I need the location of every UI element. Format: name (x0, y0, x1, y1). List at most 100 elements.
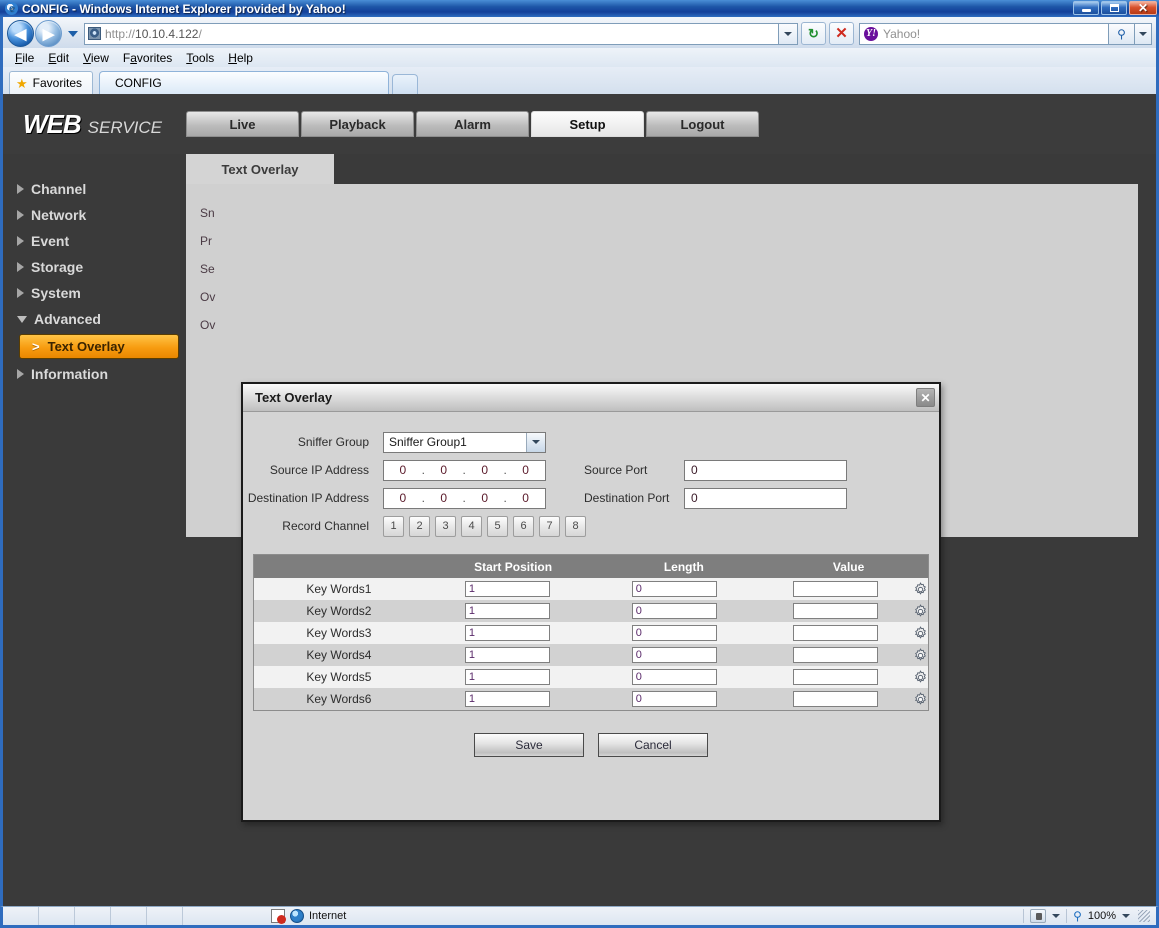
dialog-close-button[interactable]: ✕ (916, 388, 935, 407)
channel-button-1[interactable]: 1 (383, 515, 404, 537)
length-input[interactable]: 0 (631, 669, 717, 685)
menu-favorites[interactable]: Favorites (123, 51, 172, 65)
sidebar-item-channel[interactable]: Channel (3, 176, 186, 202)
resize-grip[interactable] (1138, 910, 1150, 922)
search-go-button[interactable]: ⚲ (1109, 22, 1135, 45)
length-input[interactable]: 0 (631, 647, 717, 663)
sidebar-item-system[interactable]: System (3, 280, 186, 306)
tab-text-overlay[interactable]: Text Overlay (186, 154, 334, 184)
zoom-icon: ⚲ (1073, 909, 1082, 923)
length-input[interactable]: 0 (631, 603, 717, 619)
history-dropdown-icon[interactable] (68, 30, 78, 37)
table-row: Key Words2 1 0 (254, 600, 928, 622)
menu-view[interactable]: View (83, 51, 109, 65)
value-input[interactable] (792, 647, 878, 663)
search-options-button[interactable] (1135, 22, 1152, 45)
value-input[interactable] (792, 603, 878, 619)
sidebar-item-text-overlay[interactable]: > Text Overlay (19, 334, 179, 359)
menu-help[interactable]: Help (228, 51, 253, 65)
start-position-input[interactable]: 1 (464, 581, 550, 597)
table-row: Key Words5 1 0 (254, 666, 928, 688)
destination-port-value: 0 (691, 491, 698, 505)
gear-icon[interactable] (913, 581, 928, 597)
table-row: Key Words1 1 0 (254, 578, 928, 600)
save-button[interactable]: Save (474, 733, 584, 757)
dialog-form: Sniffer Group Sniffer Group1 Source IP A… (243, 412, 939, 757)
star-icon: ★ (16, 75, 28, 91)
channel-button-3[interactable]: 3 (435, 515, 456, 537)
form-row-record-channel: Record Channel 1 2 3 4 5 6 7 8 (243, 512, 939, 540)
value-input[interactable] (792, 669, 878, 685)
value-input[interactable] (792, 625, 878, 641)
security-zone-indicator[interactable]: Internet (263, 909, 354, 924)
forward-arrow-icon: ▶ (42, 25, 55, 43)
table-row: Key Words6 1 0 (254, 688, 928, 710)
destination-port-input[interactable]: 0 (684, 487, 847, 509)
new-tab-button[interactable] (392, 74, 419, 94)
sidebar-item-storage[interactable]: Storage (3, 254, 186, 280)
keywords-table-header: Start Position Length Value (254, 555, 928, 578)
minimize-button[interactable] (1073, 1, 1099, 15)
favorites-button[interactable]: ★ Favorites (9, 71, 94, 94)
start-position-input[interactable]: 1 (464, 625, 550, 641)
status-segment (39, 907, 75, 925)
nav-tab-setup[interactable]: Setup (531, 111, 644, 137)
stop-button[interactable]: ✕ (829, 22, 854, 45)
source-ip-input[interactable]: 0. 0. 0. 0 (383, 459, 546, 481)
close-icon: ✕ (1137, 1, 1149, 15)
channel-button-8[interactable]: 8 (565, 515, 586, 537)
chevron-down-icon (526, 432, 545, 452)
nav-tab-alarm[interactable]: Alarm (416, 111, 529, 137)
length-input[interactable]: 0 (631, 691, 717, 707)
back-button[interactable]: ◀ (7, 20, 34, 47)
close-button[interactable]: ✕ (1129, 1, 1157, 15)
nav-tab-live[interactable]: Live (186, 111, 299, 137)
sidebar-item-event[interactable]: Event (3, 228, 186, 254)
chevron-down-icon (784, 31, 792, 36)
address-bar[interactable]: http://10.10.4.122/ (84, 22, 779, 45)
start-position-input[interactable]: 1 (464, 647, 550, 663)
refresh-button[interactable]: ↻ (801, 22, 826, 45)
gear-icon[interactable] (913, 691, 928, 707)
brand-secondary: SERVICE (87, 117, 162, 137)
gear-icon[interactable] (913, 603, 928, 619)
length-input[interactable]: 0 (631, 625, 717, 641)
channel-button-7[interactable]: 7 (539, 515, 560, 537)
yahoo-icon: Y! (864, 26, 878, 41)
gear-icon[interactable] (913, 625, 928, 641)
internet-explorer-icon (5, 2, 18, 15)
gear-icon[interactable] (913, 669, 928, 685)
sniffer-group-select[interactable]: Sniffer Group1 (383, 431, 546, 453)
channel-button-4[interactable]: 4 (461, 515, 482, 537)
header-start-position: Start Position (474, 559, 553, 574)
start-position-input[interactable]: 1 (464, 669, 550, 685)
chevron-down-icon[interactable] (1122, 914, 1130, 918)
channel-button-6[interactable]: 6 (513, 515, 534, 537)
channel-button-2[interactable]: 2 (409, 515, 430, 537)
forward-button[interactable]: ▶ (35, 20, 62, 47)
nav-tab-playback[interactable]: Playback (301, 111, 414, 137)
start-position-input[interactable]: 1 (464, 603, 550, 619)
maximize-button[interactable] (1101, 1, 1127, 15)
sidebar-item-network[interactable]: Network (3, 202, 186, 228)
start-position-input[interactable]: 1 (464, 691, 550, 707)
length-input[interactable]: 0 (631, 581, 717, 597)
sidebar-item-information[interactable]: Information (3, 361, 186, 387)
address-dropdown-button[interactable] (779, 22, 798, 45)
destination-ip-input[interactable]: 0. 0. 0. 0 (383, 487, 546, 509)
status-segment (147, 907, 183, 925)
menu-file[interactable]: FFileile (15, 51, 34, 65)
menu-edit[interactable]: Edit (48, 51, 69, 65)
value-input[interactable] (792, 691, 878, 707)
chevron-down-icon[interactable] (1052, 914, 1061, 918)
value-input[interactable] (792, 581, 878, 597)
channel-button-5[interactable]: 5 (487, 515, 508, 537)
source-port-input[interactable]: 0 (684, 459, 847, 481)
gear-icon[interactable] (913, 647, 928, 663)
browser-tab-config[interactable]: CONFIG (99, 71, 390, 94)
sidebar-item-advanced[interactable]: Advanced (3, 306, 186, 332)
menu-tools[interactable]: Tools (186, 51, 214, 65)
search-input[interactable]: Y! Yahoo! (859, 22, 1109, 45)
nav-tab-logout[interactable]: Logout (646, 111, 759, 137)
cancel-button[interactable]: Cancel (598, 733, 708, 757)
